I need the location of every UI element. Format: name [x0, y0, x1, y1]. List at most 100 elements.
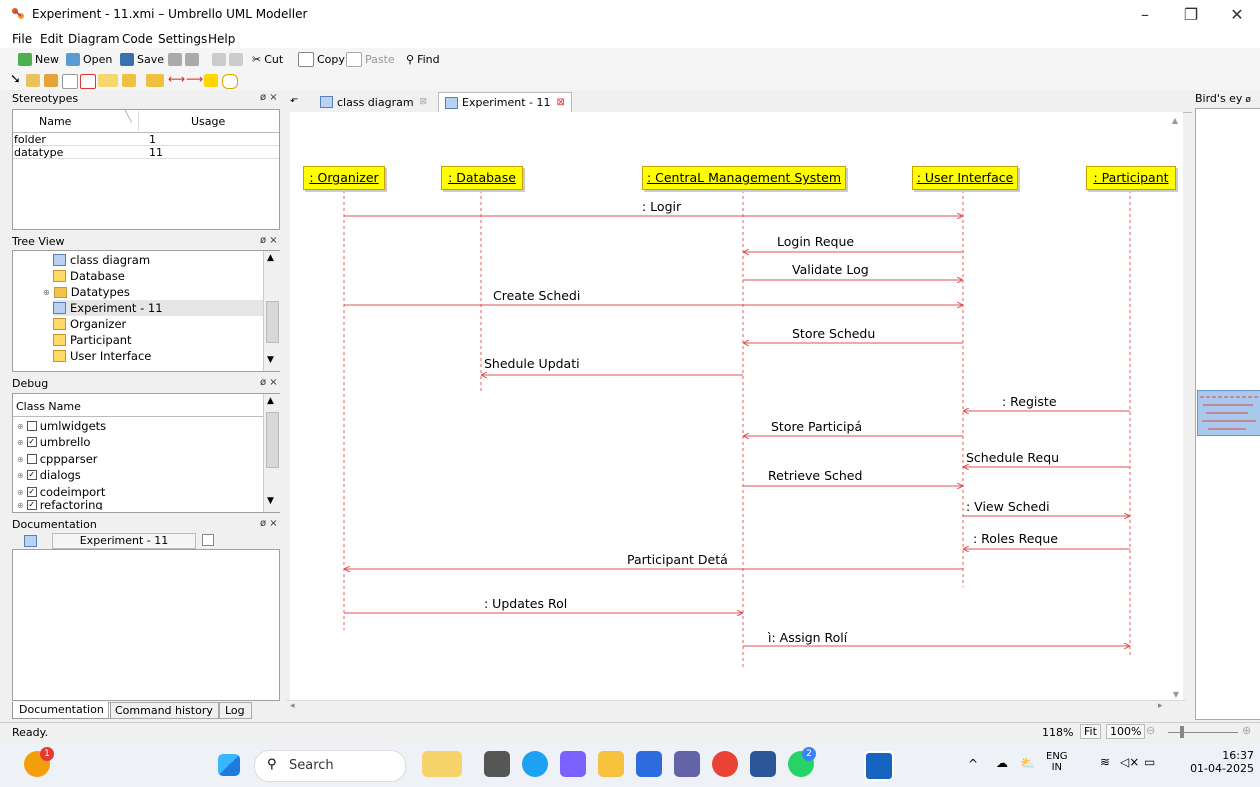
note-tool-icon[interactable]: [62, 74, 78, 89]
tab-log[interactable]: Log: [218, 702, 252, 719]
expand-icon[interactable]: ⊕: [17, 438, 24, 447]
scroll-up-icon[interactable]: ▲: [267, 253, 274, 263]
scroll-up-icon[interactable]: ▲: [267, 396, 274, 406]
async-message-icon[interactable]: ⟶: [186, 72, 203, 86]
restore-button[interactable]: ❐: [1168, 0, 1214, 30]
zoom-slider-handle[interactable]: [1180, 726, 1184, 738]
menu-diagram[interactable]: Diagram: [68, 32, 120, 46]
onedrive-cloud-icon[interactable]: ☁: [996, 756, 1008, 770]
msg-store-participant-label[interactable]: Store Participá: [771, 419, 861, 434]
expand-icon[interactable]: ⊕: [17, 471, 24, 480]
object-tool-icon[interactable]: [44, 74, 58, 87]
debug-item-codeimport[interactable]: ⊕ ✓ codeimport: [17, 484, 105, 500]
msg-login-request-label[interactable]: Login Reque: [777, 234, 859, 249]
debug-scrollbar[interactable]: ▲ ▼: [263, 394, 280, 512]
msg-schedule-update-label[interactable]: Shedule Updati: [484, 356, 580, 371]
umbrello-taskbar-icon[interactable]: [864, 751, 894, 781]
expand-icon[interactable]: ⊕: [17, 455, 24, 464]
tab-documentation[interactable]: Documentation: [12, 702, 111, 719]
canvas-horizontal-scrollbar[interactable]: ◂ ▸: [286, 700, 1186, 717]
store-icon[interactable]: [636, 751, 662, 777]
msg-register-label[interactable]: : Registe: [1002, 394, 1058, 409]
treeview-scrollbar[interactable]: ▲ ▼: [263, 251, 280, 371]
cut-button[interactable]: ✂ Cut: [252, 51, 283, 67]
tree-item-user-interface[interactable]: User Interface: [53, 348, 151, 364]
minimize-button[interactable]: –: [1122, 0, 1168, 30]
new-tab-icon[interactable]: ⬐: [290, 94, 298, 105]
msg-updates-roles-label[interactable]: : Updates Rol: [484, 596, 574, 611]
msg-create-schedule-label[interactable]: Create Schedi: [493, 288, 585, 303]
checkbox-checked[interactable]: ✓: [26, 437, 37, 447]
wifi-icon[interactable]: ≋: [1100, 755, 1110, 769]
debug-item-refactoring[interactable]: ⊕ ✓ refactoring: [17, 500, 103, 510]
tree-item-database[interactable]: Database: [53, 268, 125, 284]
menu-help[interactable]: Help: [208, 32, 235, 46]
checkbox-checked[interactable]: ✓: [26, 500, 37, 510]
tray-chevron-icon[interactable]: ^: [968, 757, 978, 771]
stereotype-row[interactable]: folder 1: [13, 133, 279, 146]
tree-item-participant[interactable]: Participant: [53, 332, 132, 348]
select-arrow-icon[interactable]: ➘: [10, 72, 21, 87]
scroll-left-icon[interactable]: ◂: [290, 701, 295, 711]
lifeline-user-interface[interactable]: : User Interface: [912, 166, 1018, 190]
zoom-100-button[interactable]: 100%: [1106, 724, 1146, 739]
scroll-down-icon[interactable]: ▼: [267, 355, 274, 365]
tree-item-datatypes[interactable]: ⊕ Datatypes: [43, 284, 130, 300]
teams-icon[interactable]: [674, 751, 700, 777]
scroll-right-icon[interactable]: ▸: [1158, 701, 1163, 711]
battery-icon[interactable]: ▭: [1144, 755, 1155, 769]
word-icon[interactable]: [750, 751, 776, 777]
class-name-header[interactable]: Class Name: [16, 400, 81, 413]
clock[interactable]: 16:37 01-04-2025: [1186, 749, 1254, 775]
msg-schedule-request-label[interactable]: Schedule Requ: [966, 450, 1062, 465]
canvas-scroll-up-icon[interactable]: ▲: [1167, 112, 1183, 130]
lifeline-organizer[interactable]: : Organizer: [303, 166, 385, 190]
precondition-tool-icon[interactable]: [204, 74, 218, 87]
documentation-item-name[interactable]: Experiment - 11: [52, 533, 196, 549]
tree-item-organizer[interactable]: Organizer: [53, 316, 126, 332]
new-button[interactable]: New: [18, 51, 59, 67]
tab-experiment-11[interactable]: Experiment - 11 ⊠: [438, 92, 572, 112]
expand-icon[interactable]: ⊕: [43, 288, 50, 297]
open-button[interactable]: Open: [66, 51, 112, 67]
sync-message-icon[interactable]: ⟷: [168, 72, 185, 86]
debug-item-cppparser[interactable]: ⊕ cppparser: [17, 451, 98, 467]
msg-store-schedule-label[interactable]: Store Schedu: [792, 326, 880, 341]
msg-login-label[interactable]: : Logir: [642, 199, 682, 214]
checkbox-unchecked[interactable]: [26, 454, 37, 464]
expand-icon[interactable]: ⊕: [17, 422, 24, 431]
stereotypes-close-icon[interactable]: ø ×: [260, 92, 278, 103]
file-explorer-icon[interactable]: [598, 751, 624, 777]
documentation-textarea[interactable]: [12, 549, 280, 701]
combined-fragment-icon[interactable]: [222, 74, 238, 89]
msg-view-schedule-label[interactable]: : View Schedi: [966, 499, 1052, 514]
paste-button[interactable]: Paste: [346, 51, 395, 67]
birdseye-viewport[interactable]: [1197, 390, 1260, 436]
save-button[interactable]: Save: [120, 51, 164, 67]
documentation-checkbox[interactable]: [202, 534, 214, 546]
tab-close-icon[interactable]: ⊠: [420, 97, 428, 107]
scroll-thumb[interactable]: [266, 412, 279, 468]
lifeline-central-management-system[interactable]: : CentraL Management System: [642, 166, 846, 190]
taskbar-search-box[interactable]: ⚲ Search: [254, 750, 406, 782]
tab-class-diagram[interactable]: class diagram ⊠: [314, 94, 434, 110]
weather-tray-icon[interactable]: ⛅: [1020, 756, 1035, 770]
find-button[interactable]: ⚲ Find: [406, 51, 440, 67]
zoom-in-icon[interactable]: ⊕: [1242, 724, 1251, 737]
task-view-icon[interactable]: [484, 751, 510, 777]
chrome-icon[interactable]: [712, 751, 738, 777]
msg-participant-details-label[interactable]: Participant Detá: [627, 552, 727, 567]
function-tool-icon[interactable]: [146, 74, 164, 87]
box-tool-icon[interactable]: [80, 74, 96, 89]
msg-roles-request-label[interactable]: : Roles Reque: [973, 531, 1063, 546]
stereotype-row[interactable]: datatype 11: [13, 146, 279, 159]
checkbox-checked[interactable]: ✓: [26, 487, 37, 497]
message-tool-icon[interactable]: [122, 74, 136, 87]
menu-settings[interactable]: Settings: [158, 32, 207, 46]
zoom-slider[interactable]: [1168, 732, 1238, 733]
close-button[interactable]: ✕: [1214, 0, 1260, 30]
copy-button[interactable]: Copy: [298, 51, 345, 67]
checkbox-checked[interactable]: ✓: [26, 470, 37, 480]
undo-button[interactable]: [212, 51, 243, 67]
msg-retrieve-schedule-label[interactable]: Retrieve Sched: [768, 468, 864, 483]
